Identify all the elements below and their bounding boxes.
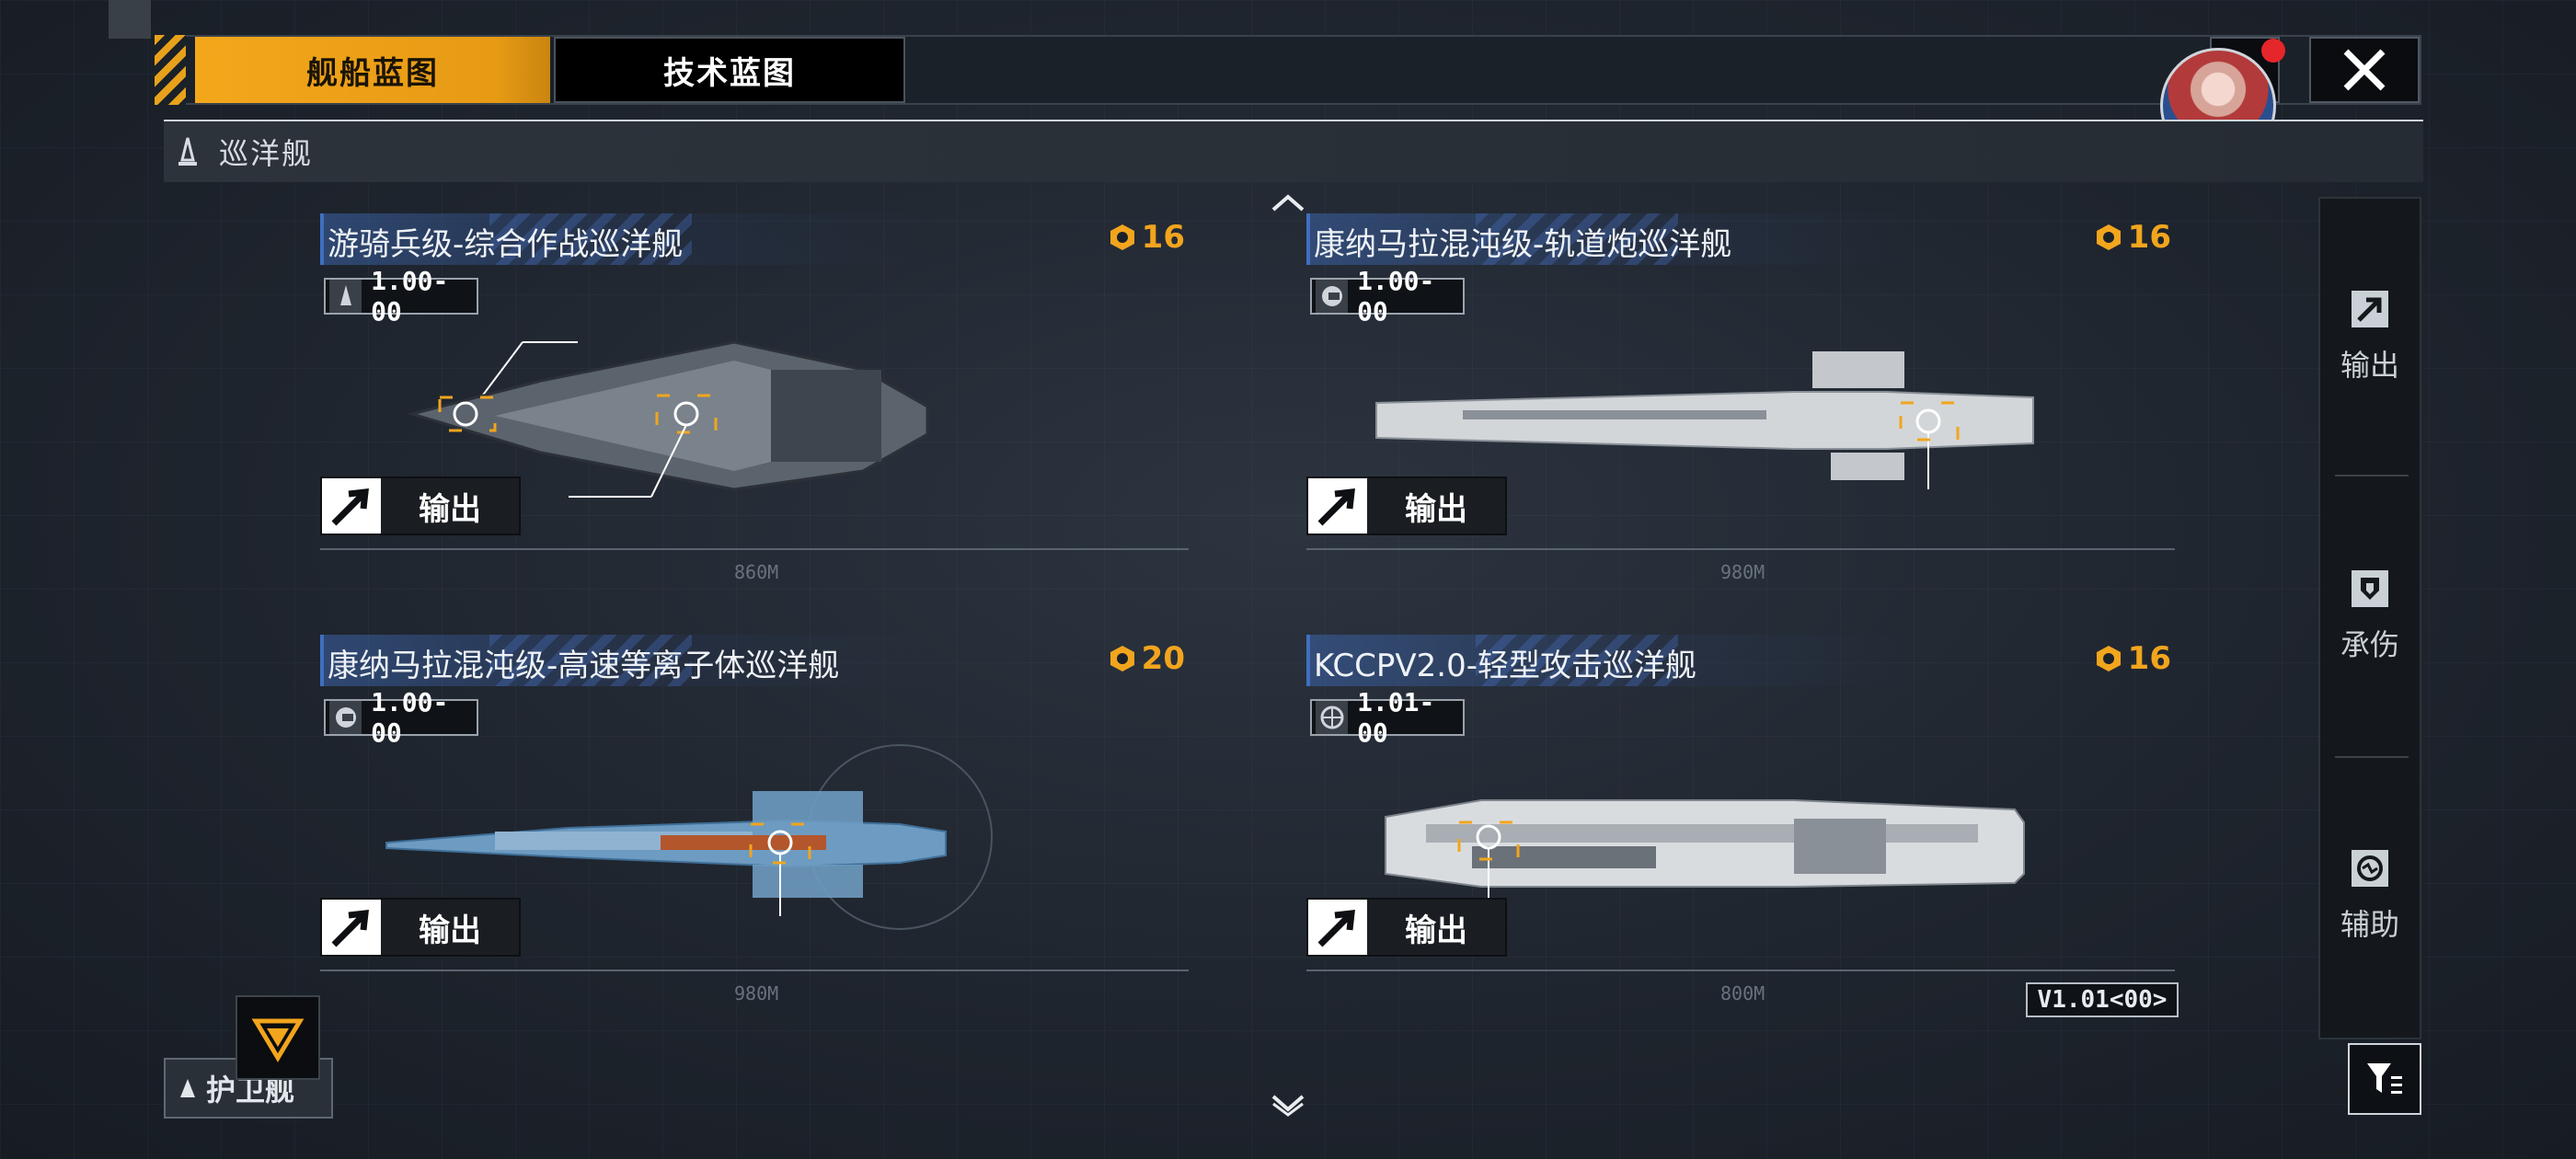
tab-bar-stripe xyxy=(155,35,186,105)
close-button[interactable] xyxy=(2309,37,2420,103)
arrow-output-icon xyxy=(1308,478,1367,534)
version-box: 1.01-00 xyxy=(1310,687,1465,748)
scroll-up-icon[interactable] xyxy=(1270,189,1306,215)
ship-cost-value: 20 xyxy=(1141,640,1185,677)
export-label: 输出 xyxy=(1367,478,1505,534)
emblem-icon xyxy=(251,1018,305,1062)
export-button[interactable]: 输出 xyxy=(1306,898,1507,957)
scale-label: 860M xyxy=(734,561,779,583)
notification-dot xyxy=(2261,39,2285,63)
scale-label: 800M xyxy=(1720,982,1765,1004)
arrow-output-icon xyxy=(322,478,381,534)
cost-hex-icon xyxy=(2096,646,2121,671)
card-baseline xyxy=(320,970,1189,971)
ship-title: KCCPV2.0-轻型攻击巡洋舰 xyxy=(1314,648,1697,684)
filter-support-label: 辅助 xyxy=(2340,907,2399,942)
ship-cost: 16 xyxy=(2095,640,2171,677)
export-button[interactable]: 输出 xyxy=(320,898,521,957)
filter-tank[interactable]: 承伤 xyxy=(2320,478,2420,754)
filter-tank-label: 承伤 xyxy=(2340,627,2399,662)
version-box: 1.00-00 xyxy=(324,687,478,748)
arrow-output-icon xyxy=(2352,291,2388,327)
version-tag: V1.01<00> xyxy=(2026,982,2179,1017)
ship-class-icon xyxy=(178,137,197,166)
category-bar: 巡洋舰 xyxy=(164,120,2423,182)
ship-card-ranger[interactable]: 游骑兵级-综合作战巡洋舰 16 1.00-00 860M 输出 xyxy=(320,213,1189,607)
filter-output-label: 输出 xyxy=(2340,348,2399,383)
category-label: 巡洋舰 xyxy=(219,136,314,171)
tab-ship-blueprint[interactable]: 舰船蓝图 xyxy=(195,37,550,103)
filter-icon xyxy=(2367,1063,2402,1094)
export-label: 输出 xyxy=(381,900,519,955)
ship-title: 康纳马拉混沌级-高速等离子体巡洋舰 xyxy=(328,648,840,684)
ship-title: 康纳马拉混沌级-轨道炮巡洋舰 xyxy=(1314,226,1732,263)
ship-cost-value: 16 xyxy=(2127,640,2171,677)
export-label: 输出 xyxy=(381,478,519,534)
ship-title: 游骑兵级-综合作战巡洋舰 xyxy=(328,226,684,263)
cost-hex-icon xyxy=(1110,224,1134,250)
shield-icon xyxy=(2352,570,2388,607)
ship-cost: 16 xyxy=(2095,219,2171,256)
cost-hex-icon xyxy=(2096,224,2121,250)
triangle-up-icon xyxy=(180,1079,195,1097)
ship-cost: 20 xyxy=(1109,640,1185,677)
card-baseline xyxy=(1306,970,2175,971)
export-label: 输出 xyxy=(1367,900,1505,955)
cost-hex-icon xyxy=(1110,646,1134,671)
filter-output[interactable]: 输出 xyxy=(2320,199,2420,475)
ship-card-plasma[interactable]: 康纳马拉混沌级-高速等离子体巡洋舰 20 1.00-00 980M 输出 xyxy=(320,635,1189,1028)
divider xyxy=(2335,475,2409,476)
version-box: 1.00-00 xyxy=(1310,266,1465,327)
ship-cost-value: 16 xyxy=(2127,219,2171,256)
filter-button[interactable] xyxy=(2348,1043,2421,1115)
scale-label: 980M xyxy=(1720,561,1765,583)
arrow-output-icon xyxy=(1308,900,1367,955)
role-filter-panel: 输出 承伤 辅助 xyxy=(2318,197,2421,1039)
ship-card-railgun[interactable]: 康纳马拉混沌级-轨道炮巡洋舰 16 1.00-00 980M 输出 xyxy=(1306,213,2175,607)
faction-icon xyxy=(329,701,362,734)
scroll-down-icon[interactable] xyxy=(1270,1091,1306,1117)
support-icon xyxy=(2352,850,2388,887)
tab-tech-blueprint[interactable]: 技术蓝图 xyxy=(554,37,905,103)
filter-support[interactable]: 辅助 xyxy=(2320,758,2420,1034)
faction-icon xyxy=(1316,280,1349,313)
ship-cost-value: 16 xyxy=(1141,219,1185,256)
arrow-output-icon xyxy=(322,900,381,955)
close-icon xyxy=(2343,49,2386,91)
emblem-logo xyxy=(236,995,320,1080)
globe-icon xyxy=(1316,701,1349,734)
ship-type-icon xyxy=(329,280,362,313)
ship-cost: 16 xyxy=(1109,219,1185,256)
corner-decoration xyxy=(109,0,151,39)
version-box: 1.00-00 xyxy=(324,266,478,327)
export-button[interactable]: 输出 xyxy=(1306,476,1507,535)
card-baseline xyxy=(320,548,1189,550)
ship-card-kccpv[interactable]: KCCPV2.0-轻型攻击巡洋舰 16 1.01-00 800M 输出 xyxy=(1306,635,2175,1028)
scale-label: 980M xyxy=(734,982,779,1004)
card-baseline xyxy=(1306,548,2175,550)
export-button[interactable]: 输出 xyxy=(320,476,521,535)
